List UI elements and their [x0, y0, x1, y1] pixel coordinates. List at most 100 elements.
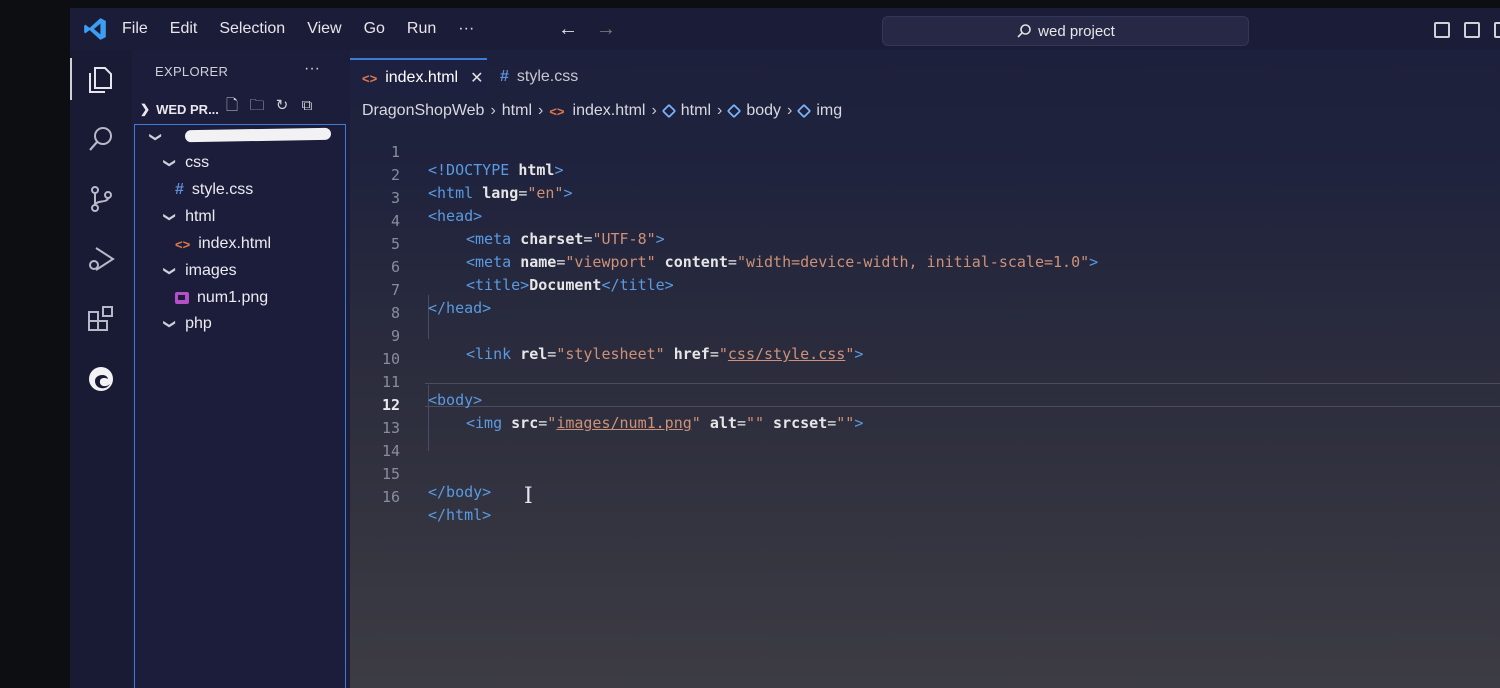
tree-label: images — [185, 262, 237, 279]
breadcrumb-element-html[interactable]: html — [681, 102, 711, 120]
code-line: 16 </html> — [350, 470, 1500, 524]
breadcrumb-element-body[interactable]: body — [746, 102, 781, 120]
source-control-icon[interactable] — [86, 184, 116, 214]
html-file-icon: <> — [549, 103, 565, 119]
image-file-icon — [175, 292, 189, 304]
chevron-right-icon: › — [787, 102, 793, 119]
forward-arrow-icon[interactable]: → — [596, 18, 616, 40]
close-icon[interactable]: ✕ — [470, 68, 483, 88]
tab-label: index.html — [385, 69, 459, 86]
tree-item-css[interactable]: ❯ css — [163, 151, 209, 175]
tab-style-css[interactable]: # style.css — [500, 58, 578, 96]
tab-index-html[interactable]: <> index.html ✕ — [350, 58, 487, 96]
menu-go[interactable]: Go — [364, 20, 385, 38]
vscode-window: File Edit Selection View Go Run ··· ← → w… — [70, 8, 1500, 688]
chevron-right-icon: › — [651, 102, 657, 119]
tree-label: style.css — [191, 181, 254, 198]
explorer-title: EXPLORER — [155, 64, 229, 79]
code-line: 13 — [350, 401, 1500, 437]
refresh-icon[interactable]: ↻ — [274, 98, 290, 114]
menu-view[interactable]: View — [307, 20, 341, 38]
code-line: 4 <meta charset="UTF-8"> — [350, 194, 1500, 248]
code-line: 10 — [350, 332, 1500, 368]
menu-run[interactable]: Run — [407, 20, 436, 38]
tree-label: num1.png — [197, 289, 269, 306]
new-file-icon[interactable]: 🗋 — [224, 98, 240, 114]
chevron-down-icon: ❯ — [140, 102, 151, 116]
chevron-down-icon: ❯ — [163, 157, 178, 169]
title-bar: File Edit Selection View Go Run ··· ← → w… — [70, 8, 1500, 50]
tree-item-images[interactable]: ❯ images — [163, 259, 237, 283]
search-label: wed project — [1038, 22, 1115, 40]
menu-file[interactable]: File — [122, 20, 148, 38]
element-cube-icon — [727, 103, 742, 119]
code-line-content: </html> — [428, 506, 491, 524]
toggle-secondary-sidebar-icon[interactable] — [1494, 22, 1500, 38]
tree-item-num1-png[interactable]: num1.png — [175, 286, 268, 310]
vscode-logo-icon — [84, 18, 106, 40]
breadcrumb-dir[interactable]: html — [502, 102, 532, 120]
workspace-folder-name: WED PR... — [156, 101, 219, 117]
tree-item-php[interactable]: ❯ php — [163, 312, 212, 336]
code-line: 2 <html lang="en"> — [350, 148, 1500, 202]
explorer-files-icon[interactable] — [70, 58, 116, 100]
nav-arrows: ← → — [558, 18, 634, 41]
code-line: 15 </body> — [350, 447, 1500, 501]
menu-selection[interactable]: Selection — [219, 20, 285, 38]
chevron-down-icon: ❯ — [149, 131, 164, 143]
chevron-right-icon: › — [490, 102, 496, 119]
tree-label: index.html — [198, 235, 272, 252]
edge-browser-icon[interactable] — [86, 364, 116, 394]
toggle-panel-icon[interactable] — [1464, 22, 1480, 38]
element-cube-icon — [797, 103, 812, 119]
code-line: 11 <body> — [350, 355, 1500, 409]
code-line: 12 <img src="images/num1.png" alt="" src… — [350, 378, 1500, 432]
collapse-all-icon[interactable]: ⧉ — [299, 98, 315, 114]
tab-label: style.css — [516, 68, 579, 85]
new-folder-icon[interactable]: 🗀 — [249, 98, 265, 114]
breadcrumb-file[interactable]: index.html — [573, 102, 646, 120]
element-cube-icon — [661, 103, 676, 119]
tree-item-redacted-folder[interactable]: ❯ — [149, 125, 332, 149]
code-line: 8 — [350, 286, 1500, 322]
code-line: 7 </head> — [350, 263, 1500, 317]
chevron-down-icon: ❯ — [163, 318, 178, 330]
code-line: 3 <head> — [350, 171, 1500, 225]
editor-tabs: <> index.html ✕ # style.css — [350, 50, 1500, 100]
tree-item-html[interactable]: ❯ html — [163, 205, 215, 229]
chevron-right-icon: › — [717, 102, 723, 119]
css-file-icon: # — [175, 181, 184, 198]
code-line: 14 — [350, 424, 1500, 460]
tree-label: php — [185, 315, 212, 332]
search-icon — [1017, 24, 1031, 38]
code-token: </html> — [428, 506, 492, 524]
code-line: 9 <link rel="stylesheet" href="css/style… — [350, 309, 1500, 363]
text-cursor-ibeam-icon: I — [524, 484, 533, 509]
line-number: 16 — [381, 488, 400, 506]
chevron-down-icon: ❯ — [163, 265, 178, 277]
file-tree: ❯ ❯ css # style.css ❯ html <> index.html… — [134, 124, 346, 688]
code-line: 1 <!DOCTYPE html> — [350, 125, 1500, 179]
back-arrow-icon[interactable]: ← — [558, 18, 578, 40]
breadcrumb-root[interactable]: DragonShopWeb — [362, 102, 484, 120]
menu-more[interactable]: ··· — [458, 20, 474, 38]
tree-item-style-css[interactable]: # style.css — [175, 178, 253, 202]
breadcrumb: DragonShopWeb › html › <> index.html › h… — [362, 102, 842, 120]
chevron-right-icon: › — [538, 102, 544, 119]
explorer-more-actions[interactable]: ··· — [304, 60, 320, 78]
css-file-icon: # — [500, 68, 509, 85]
tree-item-index-html[interactable]: <> index.html — [175, 232, 271, 256]
redacted-name — [184, 127, 332, 143]
search-icon[interactable] — [86, 124, 116, 154]
chevron-down-icon: ❯ — [163, 211, 178, 223]
menu-edit[interactable]: Edit — [170, 20, 198, 38]
code-line: 5 <meta name="viewport" content="width=d… — [350, 217, 1500, 271]
folder-actions: 🗋 🗀 ↻ ⧉ — [224, 98, 315, 114]
extensions-icon[interactable] — [86, 304, 116, 334]
layout-controls — [1434, 22, 1500, 38]
run-debug-icon[interactable] — [86, 244, 116, 274]
breadcrumb-element-img[interactable]: img — [816, 102, 842, 120]
html-file-icon: <> — [175, 236, 191, 252]
command-center-search[interactable]: wed project — [882, 16, 1249, 46]
toggle-sidebar-icon[interactable] — [1434, 22, 1450, 38]
